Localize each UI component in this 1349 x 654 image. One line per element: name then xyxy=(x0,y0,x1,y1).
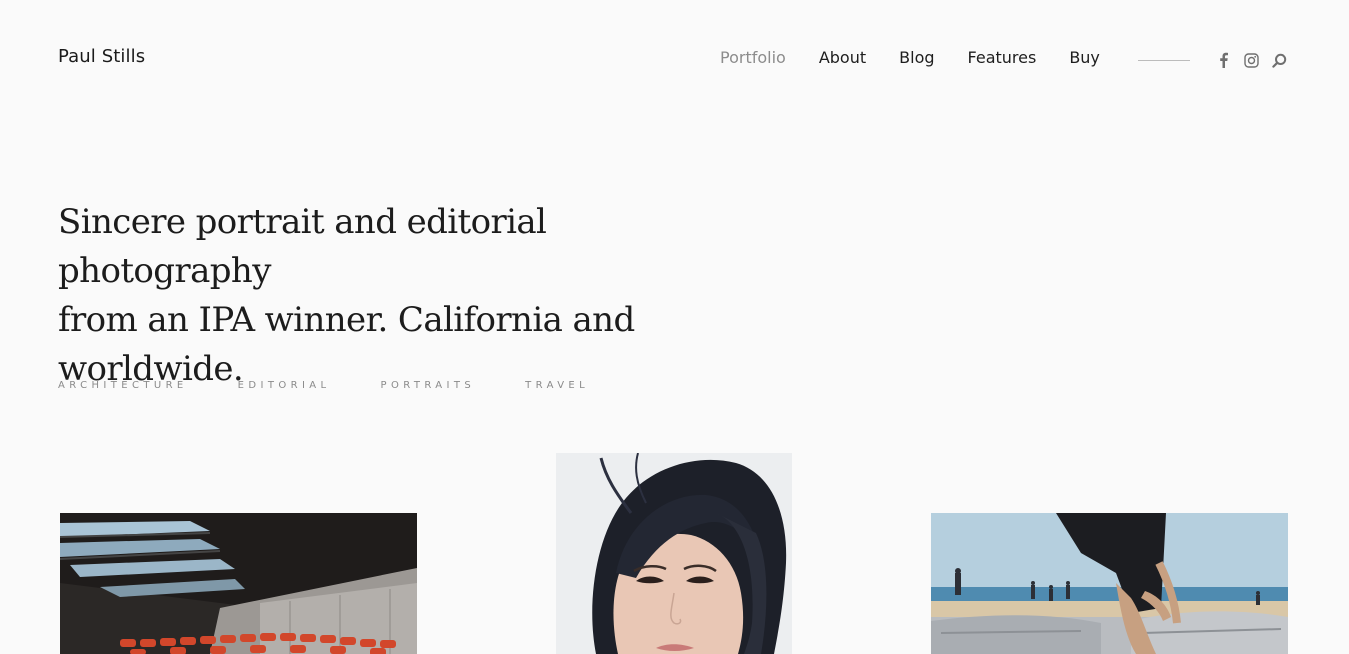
architecture-photo xyxy=(60,513,417,654)
social-links xyxy=(1215,51,1287,69)
gallery-item-travel[interactable] xyxy=(931,513,1288,654)
nav-item-about[interactable]: About xyxy=(819,48,866,67)
filter-editorial[interactable]: EDITORIAL xyxy=(238,380,331,391)
gallery-item-portrait[interactable] xyxy=(556,453,792,654)
nav-item-features[interactable]: Features xyxy=(968,48,1037,67)
search-icon[interactable] xyxy=(1271,51,1287,69)
filter-architecture[interactable]: ARCHITECTURE xyxy=(58,380,188,391)
category-filters: ARCHITECTURE EDITORIAL PORTRAITS TRAVEL xyxy=(58,380,639,391)
site-logo[interactable]: Paul Stills xyxy=(58,46,145,67)
nav-item-blog[interactable]: Blog xyxy=(899,48,934,67)
hero-line-1: Sincere portrait and editorial photograp… xyxy=(58,202,547,291)
nav-item-buy[interactable]: Buy xyxy=(1069,48,1100,67)
facebook-icon[interactable] xyxy=(1215,51,1231,69)
travel-photo xyxy=(931,513,1288,654)
nav-item-portfolio[interactable]: Portfolio xyxy=(720,48,786,67)
main-nav: Portfolio About Blog Features Buy xyxy=(720,48,1133,67)
hero-headline: Sincere portrait and editorial photograp… xyxy=(58,198,738,394)
portrait-photo xyxy=(556,453,792,654)
nav-divider xyxy=(1138,60,1190,61)
filter-travel[interactable]: TRAVEL xyxy=(525,380,589,391)
gallery-item-architecture[interactable] xyxy=(60,513,417,654)
instagram-icon[interactable] xyxy=(1243,51,1259,69)
hero-line-2: from an IPA winner. California and xyxy=(58,300,635,340)
filter-portraits[interactable]: PORTRAITS xyxy=(381,380,476,391)
